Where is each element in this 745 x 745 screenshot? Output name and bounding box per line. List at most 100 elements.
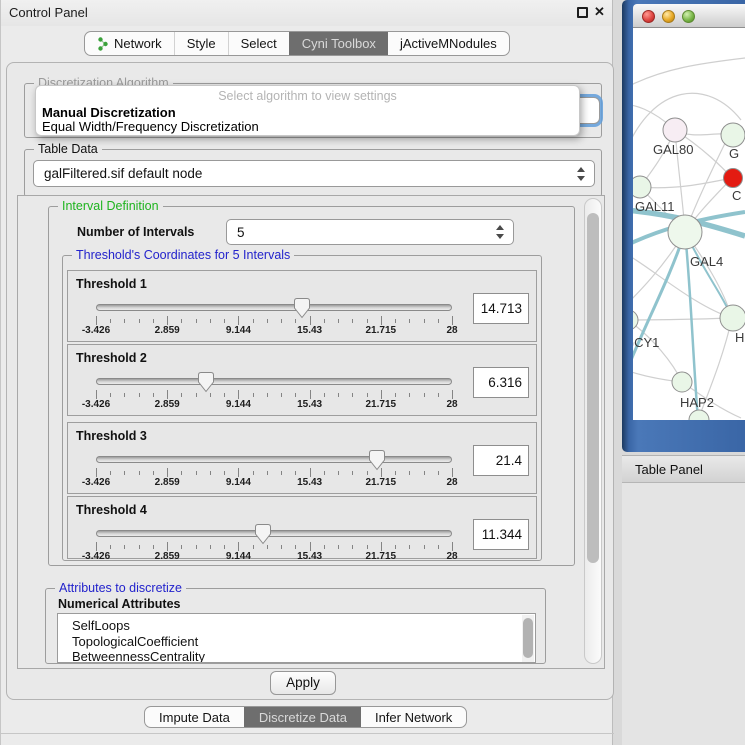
- slider-tick: [238, 468, 239, 477]
- slider-tick: [224, 471, 225, 475]
- close-icon[interactable]: ✕: [594, 4, 605, 20]
- slider-tick: [153, 319, 154, 323]
- slider-tick: [395, 319, 396, 323]
- threshold-1-slider-track[interactable]: [96, 304, 452, 311]
- slider-tick: [395, 545, 396, 549]
- tab-discretize-data[interactable]: Discretize Data: [244, 707, 361, 727]
- slider-tick-label: -3.426: [82, 551, 110, 562]
- apply-button[interactable]: Apply: [270, 671, 336, 695]
- tab-impute-data[interactable]: Impute Data: [145, 707, 244, 727]
- node-selected-red[interactable]: [724, 169, 743, 188]
- slider-tick: [338, 471, 339, 475]
- thresholds-group-title: Threshold's Coordinates for 5 Intervals: [72, 248, 294, 262]
- tab-select[interactable]: Select: [228, 32, 289, 55]
- label-gal11: GAL11: [635, 199, 675, 214]
- slider-tick: [238, 390, 239, 399]
- threshold-4-value-field[interactable]: 11.344: [473, 519, 529, 550]
- threshold-3-slider-track[interactable]: [96, 456, 452, 463]
- number-of-intervals-value: 5: [237, 225, 245, 240]
- node-gal4[interactable]: [668, 215, 702, 249]
- tab-network[interactable]: Network: [85, 32, 174, 55]
- node-bottom[interactable]: [689, 410, 709, 420]
- node-gal11[interactable]: [633, 176, 651, 198]
- slider-tick: [110, 393, 111, 397]
- table-data-combobox-value: galFiltered.sif default node: [44, 166, 202, 181]
- float-window-icon[interactable]: [577, 7, 588, 18]
- threshold-4-slider-track[interactable]: [96, 530, 452, 537]
- slider-tick: [324, 545, 325, 549]
- network-canvas[interactable]: GAL80 G GAL11 C GAL4 GCY1 H HAP2: [633, 28, 745, 420]
- algorithm-dropdown-popup: Select algorithm to view settings Manual…: [35, 85, 580, 136]
- slider-tick: [381, 542, 382, 551]
- dropdown-item-manual-discretization[interactable]: Manual Discretization: [42, 105, 176, 120]
- slider-tick: [395, 471, 396, 475]
- slider-tick-label: 2.859: [155, 551, 180, 562]
- list-item-selfloops[interactable]: SelfLoops: [58, 614, 535, 634]
- list-item-topologicalcoefficient[interactable]: TopologicalCoefficient: [58, 634, 535, 650]
- settings-scrollbar-thumb[interactable]: [587, 213, 599, 563]
- tab-jactivemnodules[interactable]: jActiveMNodules: [388, 32, 509, 55]
- slider-tick: [367, 471, 368, 475]
- slider-tick: [352, 545, 353, 549]
- table-data-combobox[interactable]: galFiltered.sif default node: [33, 160, 595, 187]
- slider-tick: [139, 471, 140, 475]
- slider-tick: [224, 545, 225, 549]
- slider-tick-label: 2.859: [155, 399, 180, 410]
- threshold-4-tick-labels: -3.4262.8599.14415.4321.71528: [96, 551, 452, 563]
- slider-tick: [238, 542, 239, 551]
- node-h[interactable]: [720, 305, 745, 331]
- slider-tick: [196, 393, 197, 397]
- threshold-1-box: Threshold 1 -3.4262.8599.14415.4321.7152…: [67, 270, 537, 342]
- slider-tick: [310, 316, 311, 325]
- threshold-2-label: Threshold 2: [76, 351, 147, 365]
- slider-tick: [253, 545, 254, 549]
- slider-tick-label: 21.715: [366, 477, 397, 488]
- slider-tick: [409, 393, 410, 397]
- slider-tick: [267, 471, 268, 475]
- slider-tick-label: -3.426: [82, 477, 110, 488]
- tab-cyni-toolbox[interactable]: Cyni Toolbox: [289, 32, 388, 55]
- threshold-2-value-field[interactable]: 6.316: [473, 367, 529, 398]
- node-gal80[interactable]: [663, 118, 687, 142]
- slider-tick-label: 28: [446, 399, 457, 410]
- node-hap2[interactable]: [672, 372, 692, 392]
- threshold-3-value-field[interactable]: 21.4: [473, 445, 529, 476]
- attributes-list-scrollbar[interactable]: [522, 615, 534, 663]
- attributes-group-title: Attributes to discretize: [55, 581, 186, 595]
- dropdown-item-equal-width-frequency[interactable]: Equal Width/Frequency Discretization: [42, 119, 259, 134]
- slider-tick: [424, 393, 425, 397]
- tab-infer-network[interactable]: Infer Network: [361, 707, 466, 727]
- list-item-betweennesscentrality[interactable]: BetweennessCentrality: [58, 649, 535, 663]
- panel-bottom-divider: [1, 733, 614, 734]
- network-view-window: GAL80 G GAL11 C GAL4 GCY1 H HAP2: [622, 0, 745, 452]
- slider-tick: [338, 393, 339, 397]
- zoom-traffic-light-icon[interactable]: [682, 10, 695, 23]
- interval-definition-title: Interval Definition: [58, 199, 163, 213]
- combobox-stepper-icon: [577, 167, 586, 181]
- slider-tick: [124, 319, 125, 323]
- close-traffic-light-icon[interactable]: [642, 10, 655, 23]
- slider-tick: [324, 471, 325, 475]
- minimize-traffic-light-icon[interactable]: [662, 10, 675, 23]
- slider-tick: [253, 471, 254, 475]
- threshold-2-tick-labels: -3.4262.8599.14415.4321.71528: [96, 399, 452, 411]
- slider-tick: [424, 545, 425, 549]
- settings-vertical-scrollbar[interactable]: [584, 198, 602, 664]
- slider-tick-label: 28: [446, 477, 457, 488]
- label-hap2: HAP2: [680, 395, 714, 410]
- slider-tick: [181, 545, 182, 549]
- slider-tick: [310, 542, 311, 551]
- slider-tick: [452, 542, 453, 551]
- slider-tick: [452, 390, 453, 399]
- node-top-right[interactable]: [721, 123, 745, 147]
- attributes-list-scrollbar-thumb[interactable]: [523, 618, 533, 658]
- slider-tick: [281, 319, 282, 323]
- threshold-1-label: Threshold 1: [76, 277, 147, 291]
- threshold-2-slider-track[interactable]: [96, 378, 452, 385]
- slider-tick: [124, 545, 125, 549]
- tab-style[interactable]: Style: [174, 32, 228, 55]
- number-of-intervals-spinner[interactable]: 5: [226, 219, 514, 245]
- slider-tick: [139, 545, 140, 549]
- threshold-1-value-field[interactable]: 14.713: [473, 293, 529, 324]
- control-panel-titlebar: Control Panel ✕: [1, 0, 612, 26]
